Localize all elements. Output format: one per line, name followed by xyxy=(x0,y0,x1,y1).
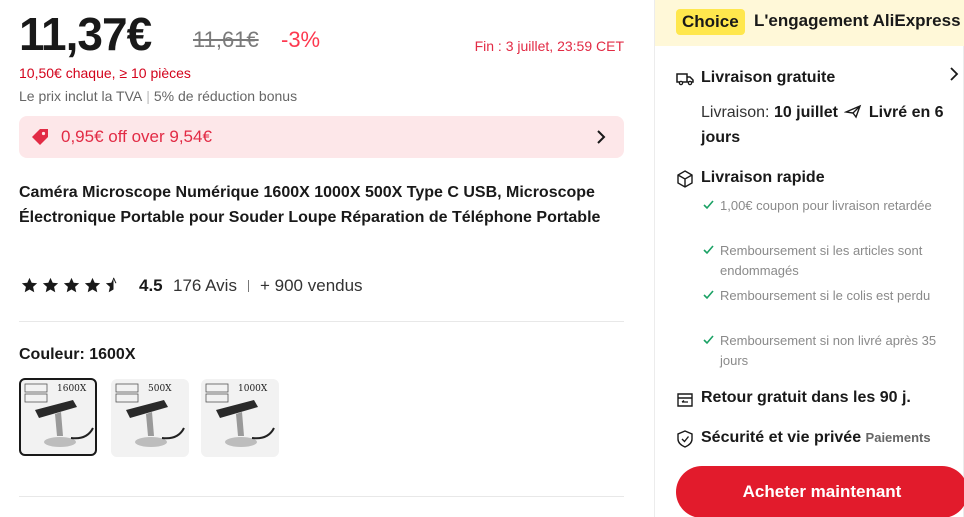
current-price: 11,37€ xyxy=(19,8,152,60)
star-icon xyxy=(84,277,101,293)
product-info-panel: 11,37€ 11,61€ -3% Fin : 3 juillet, 23:59… xyxy=(0,0,640,517)
free-return-title: Retour gratuit dans les 90 j. xyxy=(701,389,911,406)
guarantee-text: 1,00€ coupon pour livraison retardée xyxy=(720,198,932,213)
star-icon xyxy=(21,277,38,293)
divider xyxy=(19,496,624,497)
choice-badge: Choice xyxy=(676,9,745,35)
truck-icon xyxy=(676,73,694,86)
delivery-label: Livraison: xyxy=(701,104,770,121)
variant-tag: 1600X xyxy=(57,384,87,394)
variant-option-1600x[interactable]: 1600X xyxy=(19,378,97,456)
box-icon xyxy=(677,170,693,188)
variant-tag: 1000X xyxy=(238,384,268,394)
star-rating[interactable] xyxy=(21,277,122,295)
star-icon xyxy=(42,277,59,293)
fast-delivery-title: Livraison rapide xyxy=(701,169,825,186)
vat-note: Le prix inclut la TVA | 5% de réduction bo… xyxy=(19,87,297,105)
discount-percent: -3% xyxy=(281,27,321,52)
choice-commitment: L'engagement AliExpress xyxy=(754,11,961,30)
check-icon xyxy=(703,335,714,345)
security-title: Sécurité et vie privée Paiements xyxy=(701,428,931,448)
separator xyxy=(248,280,249,292)
star-icon xyxy=(63,277,80,293)
guarantee-text: Remboursement si les articles sont endom… xyxy=(720,243,923,278)
coupon-banner[interactable]: 0,95€ off over 9,54€ xyxy=(19,116,624,158)
variant-label: Couleur: 1600X xyxy=(19,346,136,363)
shield-icon xyxy=(677,430,693,448)
guarantee-text: Remboursement si le colis est perdu xyxy=(720,288,931,303)
check-icon xyxy=(703,245,714,255)
security-label: Sécurité et vie privée xyxy=(701,429,862,446)
choice-banner: Choice L'engagement AliExpress xyxy=(655,0,964,46)
vat-text: Le prix inclut la TVA xyxy=(19,88,143,104)
rating-value: 4.5 xyxy=(139,276,163,295)
delivery-date: 10 juillet xyxy=(773,104,838,121)
shipping-title[interactable]: Livraison gratuite xyxy=(701,68,835,88)
security-subtitle: Paiements xyxy=(865,430,931,445)
divider xyxy=(19,321,624,322)
check-icon xyxy=(703,200,714,210)
variant-tag: 500X xyxy=(148,384,172,394)
bonus-text: 5% de réduction bonus xyxy=(153,88,298,104)
plane-icon xyxy=(843,104,862,119)
separator: | xyxy=(146,88,150,104)
rating-row: 4.5 176 Avis + 900 vendus xyxy=(19,274,624,298)
chevron-right-icon[interactable] xyxy=(949,66,959,82)
delivery-estimate: Livraison: 10 juillet Livré en 6 jours xyxy=(701,100,951,150)
buy-now-button[interactable]: Acheter maintenant xyxy=(676,466,964,517)
purchase-sidebar: Choice L'engagement AliExpress Livraison… xyxy=(654,0,964,517)
sold-count: + 900 vendus xyxy=(260,276,363,295)
check-icon xyxy=(703,290,714,300)
half-star-icon xyxy=(105,277,117,293)
bulk-price: 10,50€ chaque, ≥ 10 pièces xyxy=(19,65,191,81)
coupon-text: 0,95€ off over 9,54€ xyxy=(61,127,212,146)
variant-option-500x[interactable]: 500X xyxy=(111,379,189,457)
chevron-right-icon xyxy=(597,130,606,144)
promo-end-time: Fin : 3 juillet, 23:59 CET xyxy=(474,38,624,54)
tag-icon xyxy=(32,129,48,145)
reviews-link[interactable]: 176 Avis xyxy=(173,276,237,296)
original-price: 11,61€ xyxy=(193,27,259,52)
variant-option-1000x[interactable]: 1000X xyxy=(201,379,279,457)
return-box-icon xyxy=(677,393,693,407)
price-row: 11,37€ 11,61€ -3% Fin : 3 juillet, 23:59… xyxy=(19,6,624,62)
guarantee-text: Remboursement si non livré après 35 jour… xyxy=(720,333,937,368)
product-title: Caméra Microscope Numérique 1600X 1000X … xyxy=(19,184,601,226)
